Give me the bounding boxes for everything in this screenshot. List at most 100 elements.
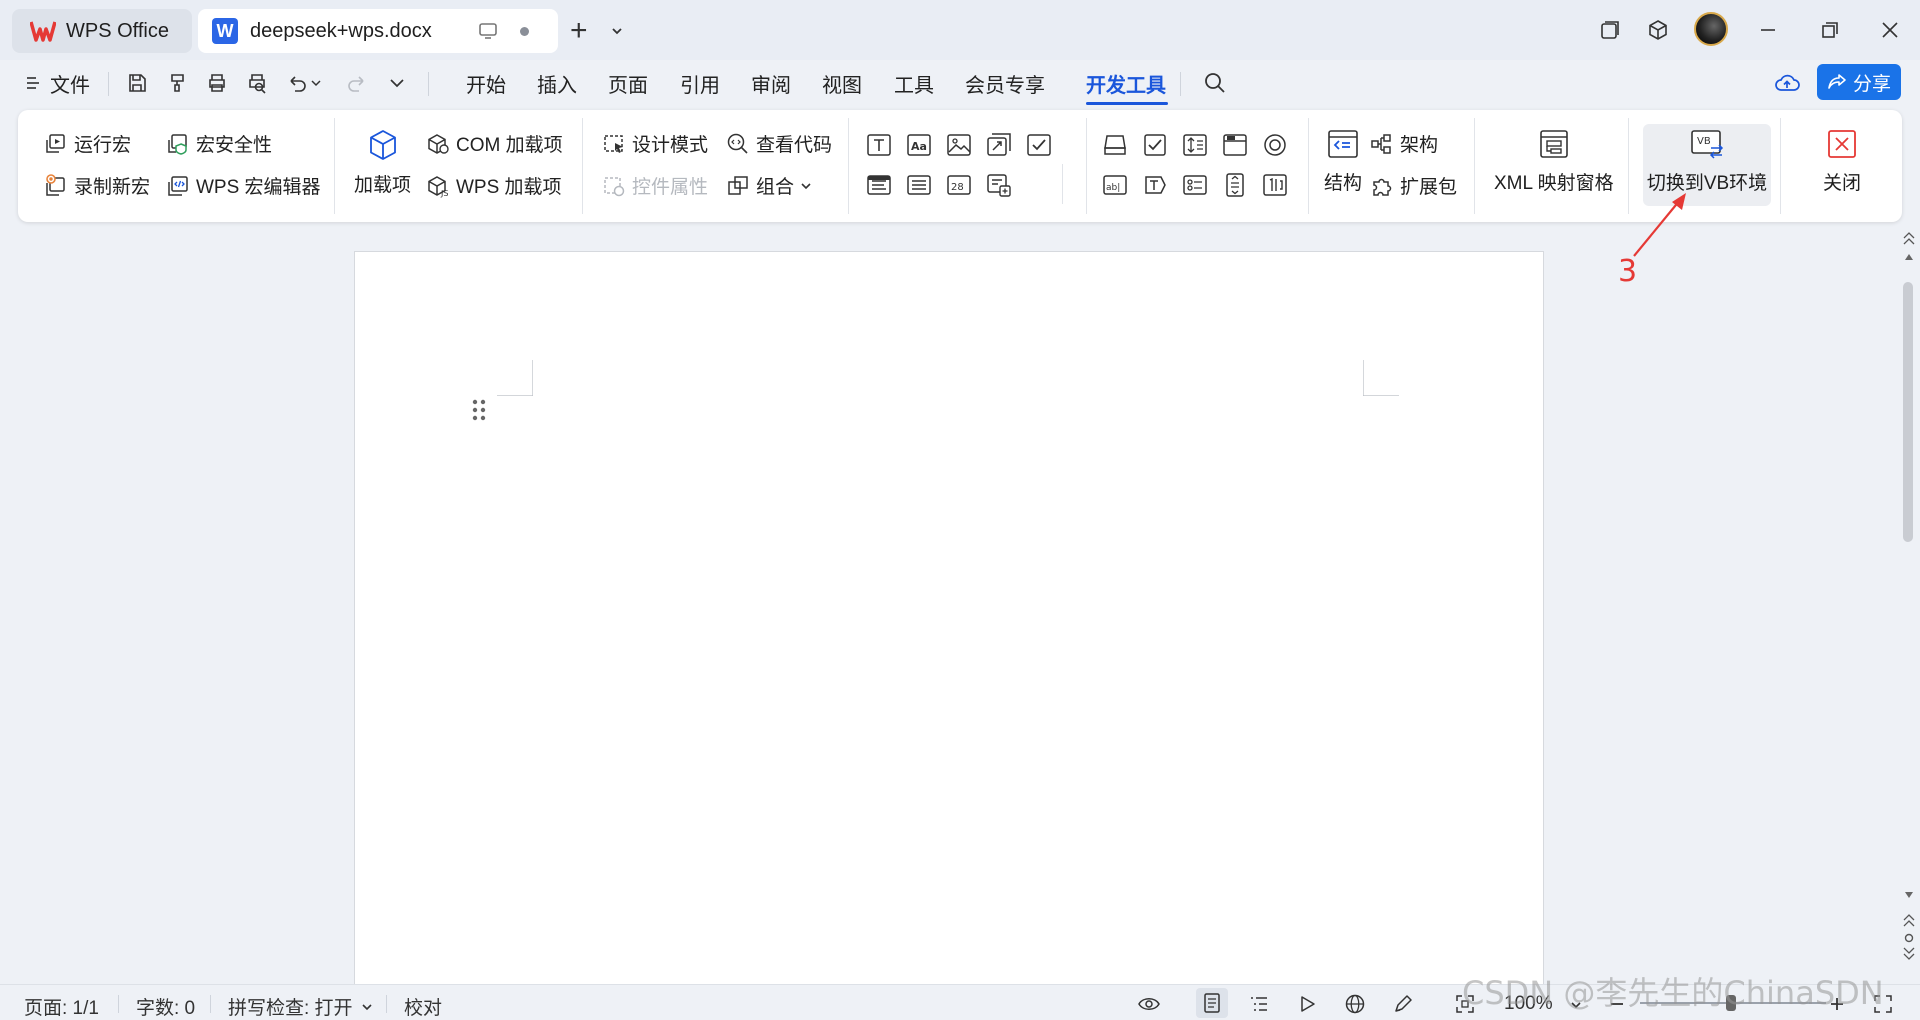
tab-page[interactable]: 页面 (608, 68, 648, 98)
puzzle-icon (1373, 178, 1392, 196)
new-tab-plus-icon[interactable]: + (570, 16, 588, 46)
building-block-control-icon[interactable] (986, 132, 1012, 158)
pen-icon[interactable] (1390, 991, 1416, 1017)
switch-to-vb-button[interactable]: VB 切换到VB环境 (1647, 128, 1767, 195)
expansion-pack-button[interactable]: 扩展包 (1370, 172, 1457, 199)
close-label: 关闭 (1822, 173, 1861, 194)
repeating-section-control-icon[interactable] (986, 172, 1012, 198)
spin-button-icon[interactable] (1182, 132, 1208, 158)
eye-icon[interactable] (1136, 991, 1162, 1017)
chevron-down-icon (361, 1003, 372, 1010)
macro-editor-button[interactable]: WPS 宏编辑器 (166, 172, 321, 199)
scroll-navigation-icons[interactable] (1900, 886, 1918, 966)
toggle-button-control-icon[interactable] (1262, 172, 1288, 198)
tab-review[interactable]: 审阅 (751, 68, 791, 98)
scroll-up-arrow-icon[interactable] (1900, 232, 1918, 272)
spellcheck-toggle[interactable]: 拼写检查: 打开 (228, 993, 373, 1020)
schema-button[interactable]: 架构 (1370, 130, 1438, 157)
option-button-icon[interactable] (1262, 132, 1288, 158)
format-painter-icon[interactable] (164, 70, 190, 96)
tab-member[interactable]: 会员专享 (965, 68, 1045, 98)
record-macro-button[interactable]: 录制新宏 (44, 172, 150, 199)
macro-security-label: 宏安全性 (196, 135, 273, 156)
label-control-icon[interactable] (1142, 172, 1168, 198)
tab-insert[interactable]: 插入 (537, 68, 577, 98)
wps-addins-button[interactable]: JS WPS 加载项 (426, 172, 562, 199)
record-macro-icon (46, 173, 65, 196)
design-mode-button[interactable]: 设计模式 (602, 130, 708, 157)
ribbon-divider (334, 118, 335, 214)
group-button[interactable]: 组合 (726, 172, 818, 199)
vb-icon-text: VB (1697, 136, 1711, 147)
legacy-tools-icon[interactable] (1102, 132, 1128, 158)
undo-dropdown-chevron-icon[interactable] (308, 70, 324, 96)
more-chevron-down-icon[interactable] (384, 70, 410, 96)
hamburger-icon (27, 77, 39, 89)
frame-control-icon[interactable] (1222, 132, 1248, 158)
vb-switch-icon: VB (1691, 130, 1724, 159)
dropdown-list-control-icon[interactable] (906, 172, 932, 198)
scroll-bar-control-icon[interactable] (1222, 172, 1248, 198)
xml-mapping-pane-button[interactable]: XML 映射窗格 (1494, 128, 1614, 195)
date-picker-control-icon[interactable]: 28 (946, 172, 972, 198)
text-field-icon[interactable]: ab| (1102, 172, 1128, 198)
tab-references[interactable]: 引用 (680, 68, 720, 98)
window-tile-icon[interactable] (1596, 16, 1624, 44)
file-menu[interactable]: 文件 (24, 68, 90, 98)
vertical-scrollbar-thumb[interactable] (1903, 282, 1913, 542)
paragraph-drag-handle-icon[interactable] (472, 398, 486, 422)
addins-cube-icon (369, 130, 396, 160)
word-count[interactable]: 字数: 0 (136, 993, 195, 1020)
combo-box-control-icon[interactable] (866, 172, 892, 198)
undo-icon[interactable] (284, 70, 310, 96)
monitor-icon[interactable] (478, 21, 498, 41)
view-code-button[interactable]: 查看代码 (726, 130, 832, 157)
macro-security-button[interactable]: 宏安全性 (166, 130, 272, 157)
restore-icon[interactable] (1816, 16, 1844, 44)
structure-button[interactable]: 结构 (1308, 128, 1378, 195)
tab-developer[interactable]: 开发工具 (1086, 68, 1166, 98)
run-macro-button[interactable]: 运行宏 (44, 130, 131, 157)
proofread-button[interactable]: 校对 (404, 993, 442, 1020)
com-addins-button[interactable]: COM 加载项 (426, 130, 563, 157)
user-avatar[interactable] (1694, 12, 1728, 46)
tab-wps-office-home[interactable]: WPS Office (12, 9, 192, 53)
minimize-icon[interactable] (1754, 16, 1782, 44)
print-preview-icon[interactable] (244, 70, 270, 96)
share-button[interactable]: 分享 (1817, 64, 1901, 100)
search-icon[interactable] (1202, 70, 1228, 96)
unsaved-dot-icon[interactable] (520, 27, 529, 36)
tab-view[interactable]: 视图 (822, 68, 862, 98)
close-window-icon[interactable] (1876, 16, 1904, 44)
list-box-control-icon[interactable] (1182, 172, 1208, 198)
close-developer-tab-button[interactable]: 关闭 (1800, 128, 1884, 195)
print-icon[interactable] (204, 70, 230, 96)
page-count[interactable]: 页面: 1/1 (24, 993, 99, 1020)
rich-text-control-icon[interactable]: Aa (906, 132, 932, 158)
web-view-globe-icon[interactable] (1342, 991, 1368, 1017)
chevron-down-icon[interactable] (610, 24, 624, 38)
page-view-icon[interactable] (1196, 988, 1228, 1018)
svg-text:ab|: ab| (1106, 183, 1120, 193)
plain-text-control-icon[interactable] (866, 132, 892, 158)
tab-start[interactable]: 开始 (466, 68, 506, 98)
checkbox-control-icon[interactable] (1026, 132, 1052, 158)
picture-control-icon[interactable] (946, 132, 972, 158)
tab-tools[interactable]: 工具 (894, 68, 934, 98)
outline-view-icon[interactable] (1246, 991, 1272, 1017)
expansion-pack-label: 扩展包 (1400, 177, 1458, 198)
legacy-checkbox-icon[interactable] (1142, 132, 1168, 158)
divider (1180, 72, 1181, 96)
save-icon[interactable] (124, 70, 150, 96)
document-page[interactable] (354, 251, 1544, 1011)
addins-button[interactable]: 加载项 (354, 128, 411, 197)
cube-icon[interactable] (1644, 16, 1672, 44)
ribbon-divider (1780, 118, 1781, 214)
wps-addins-label: WPS 加载项 (456, 177, 562, 198)
structure-icon (1328, 130, 1358, 158)
run-macro-label: 运行宏 (74, 135, 132, 156)
cloud-upload-icon[interactable] (1774, 70, 1800, 96)
control-properties-label: 控件属性 (632, 177, 709, 198)
tab-document[interactable]: W deepseek+wps.docx (198, 9, 558, 53)
play-icon[interactable] (1294, 991, 1320, 1017)
